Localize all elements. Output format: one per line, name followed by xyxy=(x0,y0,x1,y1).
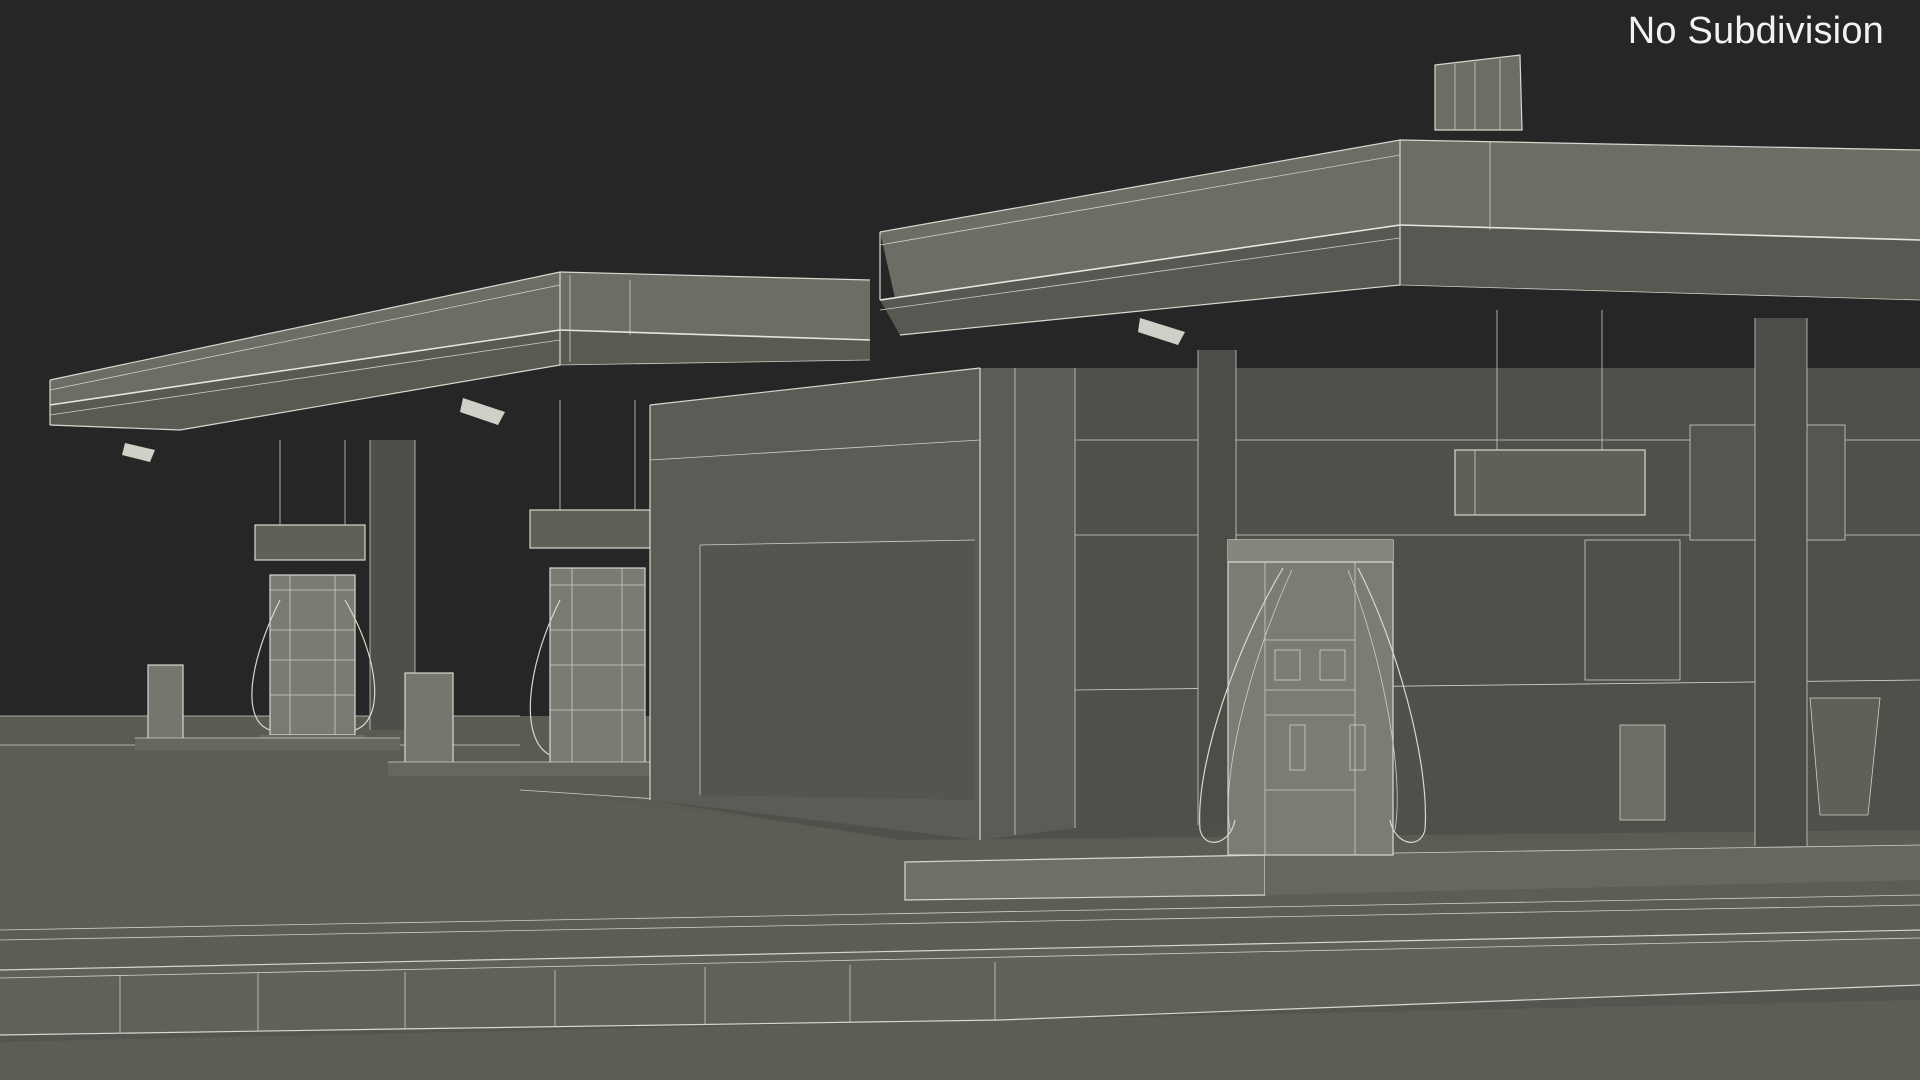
front-canopy xyxy=(879,54,1920,336)
back-signs xyxy=(254,400,651,561)
subdivision-label: No Subdivision xyxy=(1627,10,1884,52)
front-pump xyxy=(1199,539,1427,856)
3d-viewport[interactable]: No Subdivision xyxy=(0,0,1920,1080)
gas-station-wireframe-render[interactable] xyxy=(0,0,1920,1080)
